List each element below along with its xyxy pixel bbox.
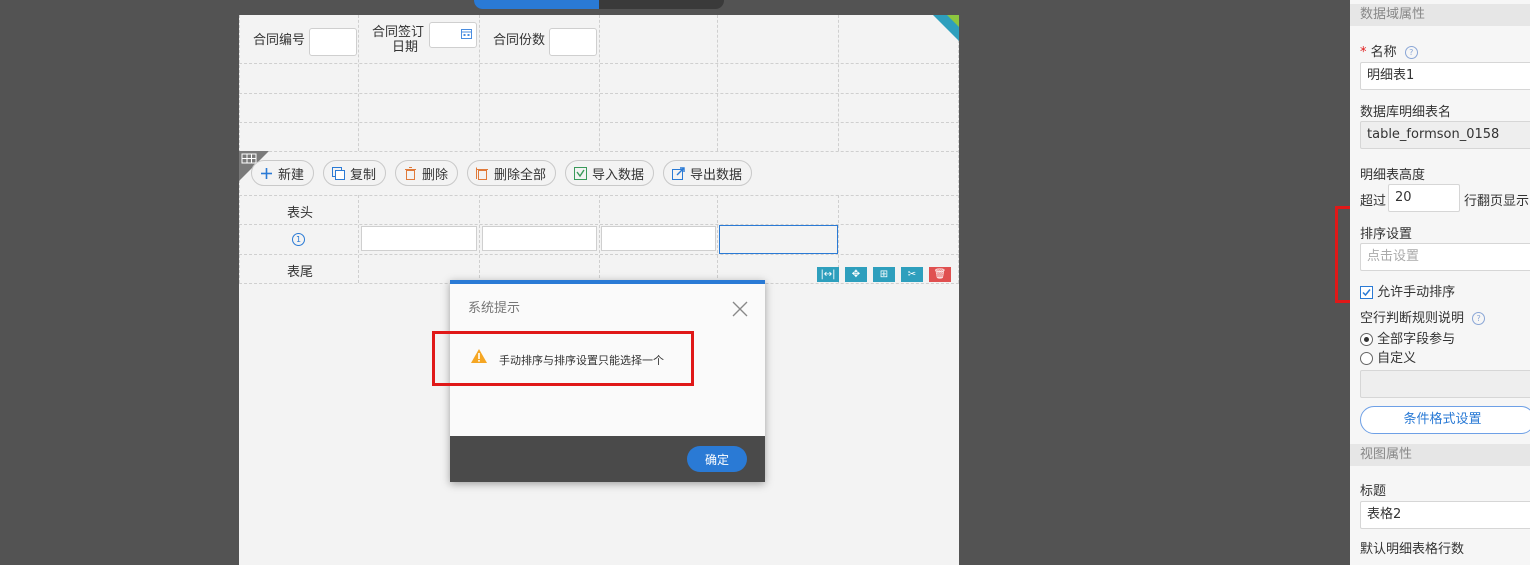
export-icon [672, 166, 685, 180]
help-icon[interactable]: ? [1472, 312, 1486, 325]
empty-row-rule-label: 空行判断规则说明 ? [1360, 307, 1486, 326]
copy-row-button[interactable]: 复制 [323, 160, 387, 186]
manual-sort-checkbox[interactable] [1360, 286, 1373, 299]
custom-rule-input[interactable] [1360, 370, 1530, 398]
delete-row-label: 删除 [422, 167, 449, 183]
table-footer-label: 表尾 [287, 265, 314, 280]
exceed-label: 超过 [1360, 194, 1387, 209]
copies-input[interactable] [549, 28, 597, 56]
radio-all-fields[interactable]: 全部字段参与 [1360, 328, 1455, 347]
resize-icon[interactable]: |↔| [817, 267, 839, 282]
close-icon[interactable] [732, 301, 748, 317]
contract-no-input[interactable] [309, 28, 357, 56]
selected-detail-cell[interactable] [719, 225, 838, 254]
radio-all-fields-label: 全部字段参与 [1377, 332, 1456, 347]
radio-custom[interactable]: 自定义 [1360, 347, 1416, 366]
trash-all-icon [476, 167, 489, 180]
copy-icon [332, 166, 345, 180]
db-table-label: 数据库明细表名 [1360, 105, 1452, 120]
radio-all-fields-circle[interactable] [1360, 333, 1373, 346]
table-header-label: 表头 [287, 206, 314, 221]
ok-button[interactable]: 确定 [687, 446, 747, 472]
add-row-label: 新建 [278, 167, 305, 183]
insert-icon[interactable]: ⊞ [873, 267, 895, 282]
field-label-contract-no: 合同编号 [253, 33, 306, 48]
delete-all-label: 删除全部 [494, 167, 547, 183]
import-data-button[interactable]: 导入数据 [565, 160, 655, 186]
section-data-properties: 数据域属性 [1350, 4, 1530, 26]
condition-format-button[interactable]: 条件格式设置 [1360, 406, 1530, 434]
exceed-rows-input[interactable]: 20 [1388, 184, 1460, 212]
title-input[interactable]: 表格2 [1360, 501, 1530, 529]
help-icon[interactable]: ? [1404, 46, 1418, 59]
corner-marker-icon [933, 15, 959, 41]
name-label: * 名称 ? [1360, 41, 1418, 60]
cut-icon[interactable]: ✂ [901, 267, 923, 282]
move-icon[interactable]: ✥ [845, 267, 867, 282]
field-label-copies: 合同份数 [493, 33, 546, 48]
radio-custom-circle[interactable] [1360, 352, 1373, 365]
sign-date-label-line2: 日期 [391, 40, 418, 55]
manual-sort-label: 允许手动排序 [1377, 285, 1456, 300]
calendar-icon[interactable] [461, 28, 472, 39]
field-label-sign-date: 合同签订 日期 [369, 25, 427, 55]
view-mode-toggle[interactable] [474, 0, 724, 9]
db-table-name-input[interactable]: table_formson_0158 [1360, 121, 1530, 149]
name-label-text: 名称 [1370, 45, 1397, 60]
sort-settings-label: 排序设置 [1360, 227, 1413, 242]
required-mark: * [1360, 45, 1367, 60]
message-highlight-box [432, 331, 694, 386]
import-icon [574, 166, 587, 180]
default-rows-label: 默认明细表格行数 [1360, 542, 1465, 557]
delete-cell-icon[interactable]: 🗑 [929, 267, 951, 282]
title-label: 标题 [1360, 484, 1387, 499]
delete-row-button[interactable]: 删除 [395, 160, 459, 186]
dialog-title: 系统提示 [468, 301, 521, 316]
sign-date-input[interactable] [429, 22, 477, 48]
detail-cell-input[interactable] [601, 226, 716, 251]
export-data-button[interactable]: 导出数据 [663, 160, 753, 186]
manual-sort-option[interactable]: 允许手动排序 [1360, 281, 1455, 300]
sort-settings-input[interactable]: 点击设置 [1360, 243, 1530, 271]
paging-label: 行翻页显示 [1464, 194, 1530, 209]
empty-row-rule-text: 空行判断规则说明 [1360, 311, 1465, 326]
plus-icon [260, 167, 273, 180]
sort-settings-placeholder: 点击设置 [1367, 249, 1420, 264]
detail-cell-input[interactable] [361, 226, 477, 251]
export-data-label: 导出数据 [690, 167, 743, 183]
sign-date-label-line1: 合同签订 [371, 25, 424, 40]
import-data-label: 导入数据 [592, 167, 645, 183]
view-mode-active-segment[interactable] [474, 0, 599, 9]
properties-panel: 数据域属性 * 名称 ? 明细表1 数据库明细表名 table_formson_… [1350, 0, 1530, 565]
detail-cell-input[interactable] [482, 226, 597, 251]
add-row-button[interactable]: 新建 [251, 160, 315, 186]
row-index-badge: 1 [292, 233, 305, 246]
dialog-accent-bar [450, 280, 765, 284]
table-height-label: 明细表高度 [1360, 168, 1426, 183]
copy-row-label: 复制 [350, 167, 377, 183]
trash-icon [404, 166, 417, 180]
name-input[interactable]: 明细表1 [1360, 62, 1530, 90]
section-view-properties: 视图属性 [1350, 444, 1530, 466]
delete-all-button[interactable]: 删除全部 [467, 160, 557, 186]
radio-custom-label: 自定义 [1377, 351, 1417, 366]
